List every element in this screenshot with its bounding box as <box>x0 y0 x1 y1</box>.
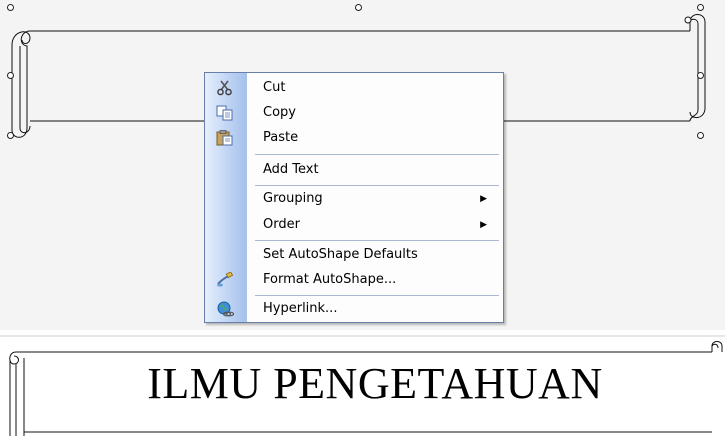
clipboard-paste-icon <box>216 130 234 146</box>
selection-handle-middle-left[interactable] <box>7 72 14 79</box>
submenu-arrow-icon: ▶ <box>480 220 487 230</box>
selection-handle-bottom-left[interactable] <box>7 132 14 139</box>
menu-item-add-text[interactable]: Add Text <box>205 158 503 182</box>
menu-item-label: Hyperlink... <box>263 301 338 316</box>
scissors-icon <box>216 80 234 96</box>
editing-area: Cut Copy Paste Add Text Grouping ▶ Order… <box>0 0 725 330</box>
menu-item-label: Order <box>263 217 300 232</box>
menu-item-set-autoshape-defaults[interactable]: Set AutoShape Defaults <box>205 243 503 267</box>
menu-item-label: Copy <box>263 105 296 120</box>
selection-handle-top-left[interactable] <box>7 4 14 11</box>
format-paintbrush-icon <box>216 271 234 288</box>
selection-handle-middle-right[interactable] <box>697 72 704 79</box>
submenu-arrow-icon: ▶ <box>480 194 487 204</box>
menu-item-hyperlink[interactable]: Hyperlink... <box>205 297 503 321</box>
menu-separator <box>255 295 499 296</box>
selection-handle-top-middle[interactable] <box>355 4 362 11</box>
menu-item-format-autoshape[interactable]: Format AutoShape... <box>205 268 503 292</box>
document-canvas: Cut Copy Paste Add Text Grouping ▶ Order… <box>0 0 725 436</box>
selection-handle-top-right[interactable] <box>697 4 704 11</box>
menu-item-label: Add Text <box>263 162 319 177</box>
menu-item-label: Set AutoShape Defaults <box>263 247 418 262</box>
menu-separator <box>255 185 499 186</box>
menu-item-copy[interactable]: Copy <box>205 101 503 125</box>
menu-item-label: Cut <box>263 80 286 95</box>
globe-link-icon <box>216 301 235 317</box>
context-menu: Cut Copy Paste Add Text Grouping ▶ Order… <box>204 72 504 323</box>
menu-item-label: Paste <box>263 130 299 145</box>
menu-item-grouping[interactable]: Grouping ▶ <box>205 187 503 211</box>
menu-item-label: Grouping <box>263 191 323 206</box>
menu-item-order[interactable]: Order ▶ <box>205 213 503 237</box>
menu-separator <box>255 240 499 241</box>
menu-separator <box>255 154 499 155</box>
banner-title: ILMU PENGETAHUAN <box>147 359 603 408</box>
selection-handle-bottom-right[interactable] <box>697 132 704 139</box>
copy-icon <box>216 105 234 121</box>
menu-item-paste[interactable]: Paste <box>205 126 503 150</box>
menu-item-label: Format AutoShape... <box>263 272 397 287</box>
menu-item-cut[interactable]: Cut <box>205 76 503 100</box>
